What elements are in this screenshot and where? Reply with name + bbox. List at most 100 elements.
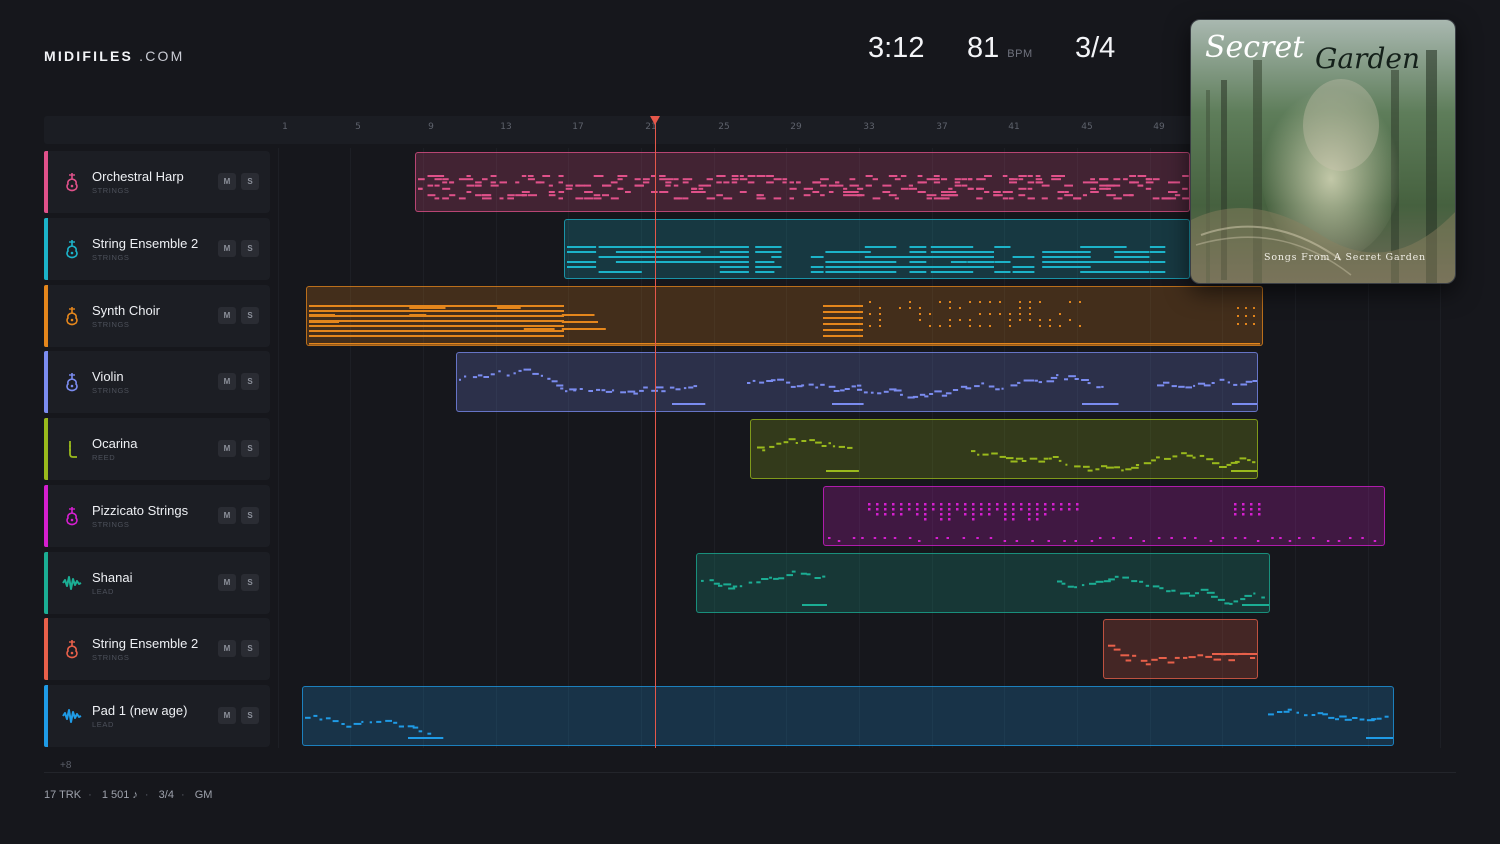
brand-domain: .COM	[139, 48, 185, 64]
midi-clip[interactable]	[696, 553, 1270, 613]
album-title-word1: Secret	[1205, 30, 1305, 65]
mute-button[interactable]: M	[218, 440, 236, 457]
track-name: Ocarina	[92, 436, 138, 451]
footer-signature: 3/4	[158, 789, 174, 801]
solo-button[interactable]: S	[241, 373, 259, 390]
track-name: Pad 1 (new age)	[92, 703, 188, 718]
ruler-tick: 41	[1008, 122, 1020, 132]
time-signature: 3/4	[1075, 32, 1116, 64]
mute-button[interactable]: M	[218, 373, 236, 390]
track-count: 17 TRK	[44, 789, 82, 801]
wave-icon	[62, 572, 82, 594]
track-category: LEAD	[92, 587, 114, 596]
track-header[interactable]: Shanai LEAD M S	[44, 552, 270, 614]
violin-icon	[62, 638, 82, 660]
track-name: Synth Choir	[92, 303, 160, 318]
playhead[interactable]	[655, 118, 656, 748]
track-category: STRINGS	[92, 320, 130, 329]
harp-icon	[62, 171, 82, 193]
midi-clip[interactable]	[456, 352, 1258, 412]
ruler-tick: 9	[428, 122, 434, 132]
clip-notes	[305, 708, 1393, 739]
track-category: STRINGS	[92, 653, 130, 662]
clip-notes	[567, 246, 1166, 273]
ruler-tick: 33	[863, 122, 875, 132]
midi-clip[interactable]	[564, 219, 1190, 279]
track-category: REED	[92, 453, 116, 462]
ruler-tick: 5	[355, 122, 361, 132]
violin-icon	[62, 505, 82, 527]
midi-standard: GM	[194, 789, 213, 801]
track-category: STRINGS	[92, 253, 130, 262]
footer-stats: 17 TRK · 1 501 ♪ · 3/4 · GM	[44, 789, 213, 801]
track-header[interactable]: String Ensemble 2 STRINGS M S	[44, 218, 270, 280]
violin-icon	[62, 305, 82, 327]
ruler-tick: 37	[936, 122, 948, 132]
track-color-bar	[44, 351, 48, 413]
track-header[interactable]: Synth Choir STRINGS M S	[44, 285, 270, 347]
solo-button[interactable]: S	[241, 173, 259, 190]
album-subtitle: Songs From A Secret Garden	[1264, 252, 1426, 263]
mute-button[interactable]: M	[218, 507, 236, 524]
more-tracks-count[interactable]: +8	[60, 760, 71, 771]
clip-notes	[418, 175, 1189, 200]
track-color-bar	[44, 285, 48, 347]
brand-name: MIDIFILES	[44, 48, 134, 64]
track-header[interactable]: Pizzicato Strings STRINGS M S	[44, 485, 270, 547]
solo-button[interactable]: S	[241, 640, 259, 657]
solo-button[interactable]: S	[241, 507, 259, 524]
album-title-word2: Garden	[1315, 42, 1420, 75]
track-category: STRINGS	[92, 520, 130, 529]
track-header[interactable]: String Ensemble 2 STRINGS M S	[44, 618, 270, 680]
midi-clip[interactable]	[750, 419, 1258, 479]
mute-button[interactable]: M	[218, 707, 236, 724]
track-color-bar	[44, 552, 48, 614]
elapsed-time: 3:12	[868, 32, 925, 64]
track-name: String Ensemble 2	[92, 236, 199, 251]
mute-button[interactable]: M	[218, 240, 236, 257]
midi-clip[interactable]	[1103, 619, 1258, 679]
ruler-tick: 13	[500, 122, 512, 132]
track-header[interactable]: Ocarina REED M S	[44, 418, 270, 480]
grid-line	[496, 148, 497, 748]
violin-icon	[62, 238, 82, 260]
track-header[interactable]: Pad 1 (new age) LEAD M S	[44, 685, 270, 747]
midi-clip[interactable]	[823, 486, 1385, 546]
track-color-bar	[44, 218, 48, 280]
midi-clip[interactable]	[306, 286, 1263, 346]
clip-notes	[828, 503, 1377, 542]
playhead-handle[interactable]	[650, 116, 660, 125]
track-header[interactable]: Orchestral Harp STRINGS M S	[44, 151, 270, 213]
track-category: LEAD	[92, 720, 114, 729]
midi-clip[interactable]	[415, 152, 1190, 212]
clip-notes	[309, 301, 1260, 345]
grid-line	[423, 148, 424, 748]
brand-logo: MIDIFILES .COM	[44, 48, 184, 64]
mute-button[interactable]: M	[218, 173, 236, 190]
track-header[interactable]: Violin STRINGS M S	[44, 351, 270, 413]
track-name: String Ensemble 2	[92, 636, 199, 651]
mute-button[interactable]: M	[218, 640, 236, 657]
clip-notes	[459, 368, 1257, 405]
track-category: STRINGS	[92, 386, 130, 395]
mute-button[interactable]: M	[218, 574, 236, 591]
solo-button[interactable]: S	[241, 707, 259, 724]
track-color-bar	[44, 618, 48, 680]
track-color-bar	[44, 151, 48, 213]
tempo-unit: BPM	[1007, 48, 1033, 60]
ruler-tick: 1	[282, 122, 288, 132]
ruler-tick: 49	[1153, 122, 1165, 132]
wave-icon	[62, 705, 82, 727]
mute-button[interactable]: M	[218, 307, 236, 324]
track-category: STRINGS	[92, 186, 130, 195]
solo-button[interactable]: S	[241, 307, 259, 324]
track-color-bar	[44, 685, 48, 747]
solo-button[interactable]: S	[241, 240, 259, 257]
track-name: Orchestral Harp	[92, 169, 184, 184]
solo-button[interactable]: S	[241, 574, 259, 591]
album-cover: Secret Garden Songs From A Secret Garden	[1190, 19, 1456, 284]
track-color-bar	[44, 418, 48, 480]
midi-clip[interactable]	[302, 686, 1394, 746]
note-count: 1 501 ♪	[101, 789, 138, 801]
solo-button[interactable]: S	[241, 440, 259, 457]
